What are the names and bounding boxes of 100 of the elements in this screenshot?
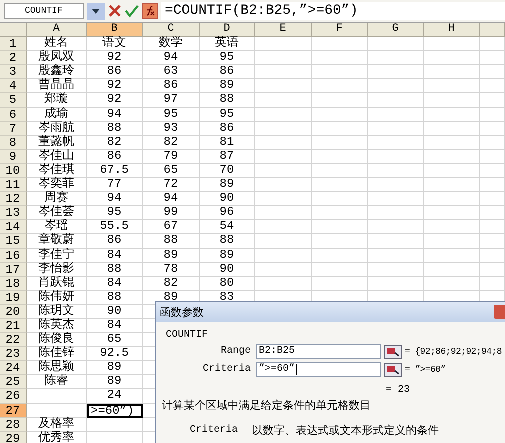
table-cell: [368, 178, 424, 192]
dialog-title: 函数参数: [160, 304, 204, 320]
table-cell: 92.5: [87, 347, 143, 362]
table-cell: [312, 206, 368, 220]
row-header[interactable]: 9: [0, 150, 27, 164]
row-header[interactable]: 8: [0, 136, 27, 150]
table-cell: 72: [143, 178, 200, 192]
row-header[interactable]: 7: [0, 122, 27, 136]
column-header[interactable]: H: [424, 23, 480, 38]
row-header[interactable]: 1: [0, 37, 27, 52]
table-cell: 姓名: [27, 37, 87, 52]
table-cell: [255, 79, 312, 94]
argument-field[interactable]: B2:B25: [256, 344, 381, 359]
table-cell: [368, 136, 424, 150]
column-header[interactable]: D: [200, 23, 255, 38]
row-header[interactable]: 25: [0, 375, 27, 390]
table-cell: [480, 37, 505, 52]
table-cell: 英语: [200, 37, 255, 52]
column-header[interactable]: E: [255, 23, 312, 38]
row-header[interactable]: 10: [0, 164, 27, 178]
table-cell: 陈睿: [27, 375, 87, 390]
check-icon[interactable]: [125, 4, 139, 18]
table-cell: 郑璇: [27, 93, 87, 108]
table-cell: [312, 79, 368, 94]
row-header[interactable]: 19: [0, 290, 27, 305]
table-cell: [424, 150, 480, 164]
row-header[interactable]: 21: [0, 318, 27, 334]
table-cell: 94: [87, 192, 143, 206]
table-cell: [424, 79, 480, 94]
table-cell: [255, 206, 312, 220]
formula-text[interactable]: =COUNTIF(B2:B25,”>=60”): [161, 2, 505, 20]
row-header[interactable]: 24: [0, 361, 27, 376]
collapse-dialog-icon[interactable]: [384, 362, 402, 376]
table-cell: [368, 262, 424, 277]
table-cell: 86: [200, 122, 255, 136]
row-header[interactable]: 29: [0, 432, 27, 443]
row-header[interactable]: 27: [0, 404, 27, 418]
table-cell: [312, 65, 368, 80]
table-cell: [255, 150, 312, 164]
row-header[interactable]: 26: [0, 389, 27, 404]
table-cell: [255, 37, 312, 52]
column-header[interactable]: G: [368, 23, 424, 38]
column-header[interactable]: A: [27, 23, 87, 38]
argument-result: = ”>=60”: [405, 364, 446, 374]
row-header[interactable]: 5: [0, 93, 27, 108]
row-header[interactable]: 4: [0, 79, 27, 94]
table-cell: [424, 248, 480, 263]
active-cell[interactable]: >=60”): [87, 404, 143, 418]
table-cell: [312, 150, 368, 164]
cancel-icon[interactable]: [108, 4, 122, 18]
row-header[interactable]: 23: [0, 347, 27, 362]
row-header[interactable]: 17: [0, 262, 27, 277]
table-cell: 86: [200, 65, 255, 80]
argument-label: Range: [220, 346, 251, 357]
row-header[interactable]: 6: [0, 108, 27, 122]
table-cell: 88: [87, 290, 143, 305]
table-cell: [480, 206, 505, 220]
row-header[interactable]: 3: [0, 65, 27, 80]
table-cell: 岑瑶: [27, 220, 87, 234]
table-cell: 79: [143, 150, 200, 164]
dropdown-icon[interactable]: [87, 2, 105, 20]
table-cell: 92: [87, 51, 143, 66]
table-cell: 成瑜: [27, 108, 87, 122]
table-cell: 86: [87, 65, 143, 80]
table-cell: [480, 51, 505, 66]
row-header[interactable]: 16: [0, 248, 27, 263]
row-header[interactable]: 11: [0, 178, 27, 192]
row-header[interactable]: 20: [0, 304, 27, 319]
row-header[interactable]: 18: [0, 276, 27, 291]
column-header[interactable]: F: [312, 23, 368, 38]
row-header[interactable]: 2: [0, 51, 27, 66]
row-header[interactable]: 15: [0, 234, 27, 248]
table-cell: [424, 51, 480, 66]
table-cell: [255, 164, 312, 178]
table-cell: [368, 122, 424, 136]
row-header[interactable]: 14: [0, 220, 27, 234]
table-cell: 78: [143, 262, 200, 277]
row-header[interactable]: 13: [0, 206, 27, 220]
table-cell: 86: [143, 79, 200, 94]
table-cell: [424, 178, 480, 192]
table-cell: [480, 192, 505, 206]
table-cell: 陈英杰: [27, 318, 87, 334]
table-cell: 及格率: [27, 418, 87, 432]
name-box[interactable]: COUNTIF: [4, 3, 84, 19]
argument-field[interactable]: ”>=60”: [256, 362, 381, 377]
table-cell: 80: [200, 276, 255, 291]
collapse-dialog-icon[interactable]: [384, 344, 402, 358]
table-cell: 70: [200, 164, 255, 178]
table-cell: [312, 37, 368, 52]
row-header[interactable]: 28: [0, 418, 27, 432]
column-header[interactable]: B: [87, 23, 143, 38]
table-cell: 曹晶晶: [27, 79, 87, 94]
function-icon[interactable]: [142, 3, 158, 19]
table-cell: [368, 51, 424, 66]
row-header[interactable]: 12: [0, 192, 27, 206]
table-cell: [424, 108, 480, 122]
table-cell: 李佳宁: [27, 248, 87, 263]
table-cell: 89: [87, 361, 143, 376]
row-header[interactable]: 22: [0, 333, 27, 348]
column-header[interactable]: C: [143, 23, 200, 38]
